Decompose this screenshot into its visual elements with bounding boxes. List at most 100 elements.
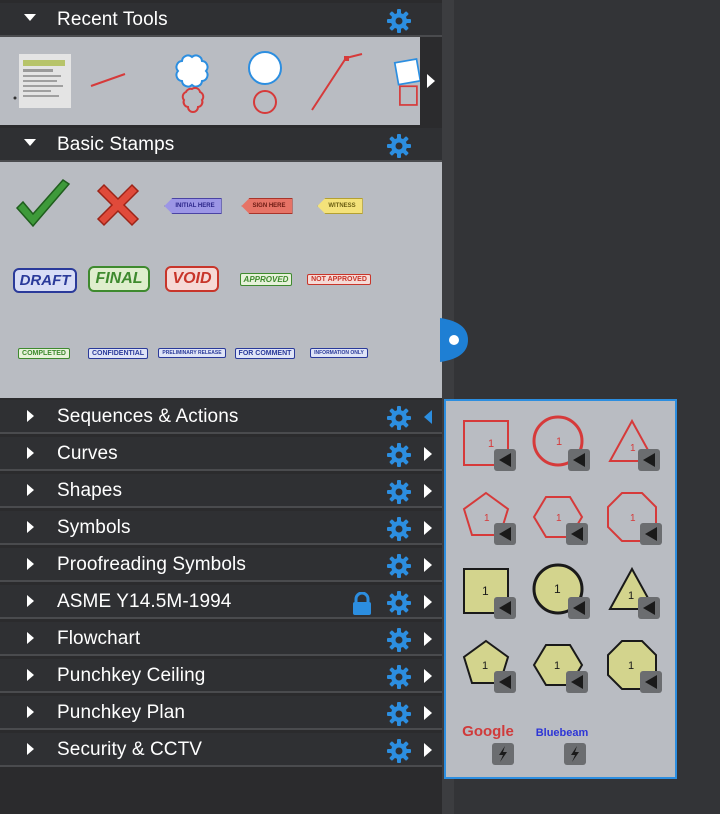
flyout-arrow-icon[interactable]: [424, 447, 432, 461]
section-header-flowchart[interactable]: Flowchart: [0, 622, 442, 656]
filled-circle-count-tool[interactable]: 1: [530, 561, 590, 621]
completed-stamp[interactable]: COMPLETED: [12, 342, 76, 364]
section-label: Sequences & Actions: [57, 406, 239, 427]
pentagon-count-tool[interactable]: 1: [460, 489, 516, 545]
x-stamp[interactable]: [90, 176, 146, 234]
expand-arrow-icon[interactable]: [27, 632, 34, 644]
for-comment-stamp[interactable]: FOR COMMENT: [232, 342, 298, 364]
section-header-punchkey-plan[interactable]: Punchkey Plan: [0, 696, 442, 730]
collapse-arrow-icon[interactable]: [24, 139, 36, 146]
gear-icon[interactable]: [386, 516, 412, 542]
gear-icon[interactable]: [386, 479, 412, 505]
circle-count-tool[interactable]: 1: [530, 413, 590, 473]
lightning-icon: [492, 743, 514, 765]
octagon-count-tool[interactable]: 1: [606, 489, 662, 545]
item-number: 1: [488, 438, 494, 450]
expand-arrow-icon[interactable]: [27, 743, 34, 755]
witness-stamp[interactable]: WITNESS: [310, 196, 370, 216]
gear-icon[interactable]: [386, 553, 412, 579]
approved-stamp[interactable]: APPROVED: [234, 268, 298, 290]
filled-hexagon-count-tool[interactable]: 1: [532, 637, 588, 693]
section-header-symbols[interactable]: Symbols: [0, 511, 442, 545]
section-header-basic-stamps[interactable]: Basic Stamps: [0, 128, 442, 162]
flyout-arrow-icon[interactable]: [424, 669, 432, 683]
gear-icon[interactable]: [386, 133, 412, 159]
void-stamp[interactable]: VOID: [160, 264, 224, 294]
sequences-flyout: 1 1 1 1 1 1 1 1 1 1 1 1 Google Bluebeam: [444, 399, 677, 779]
flyout-arrow-icon[interactable]: [424, 484, 432, 498]
flyout-collapse-arrow-icon[interactable]: [424, 410, 432, 424]
section-label: Shapes: [57, 480, 123, 501]
section-label: Punchkey Plan: [57, 702, 186, 723]
item-number: 1: [556, 436, 562, 448]
draft-stamp[interactable]: DRAFT: [12, 266, 78, 294]
badge-arrow-icon: [494, 597, 516, 619]
section-header-curves[interactable]: Curves: [0, 437, 442, 471]
gear-icon[interactable]: [386, 627, 412, 653]
section-header-security-cctv[interactable]: Security & CCTV: [0, 733, 442, 767]
gear-icon[interactable]: [386, 8, 412, 34]
checkmark-stamp[interactable]: [12, 176, 74, 234]
gear-icon[interactable]: [386, 590, 412, 616]
section-header-asme[interactable]: ASME Y14.5M-1994: [0, 585, 442, 619]
gear-icon[interactable]: [386, 738, 412, 764]
expand-arrow-icon[interactable]: [27, 706, 34, 718]
flyout-arrow-icon[interactable]: [424, 706, 432, 720]
circle-sequence-tool[interactable]: [240, 45, 290, 121]
final-stamp[interactable]: FINAL: [88, 264, 150, 294]
confidential-stamp[interactable]: CONFIDENTIAL: [86, 342, 150, 364]
expand-arrow-icon[interactable]: [27, 669, 34, 681]
bluebeam-text-tool[interactable]: Bluebeam: [528, 717, 596, 767]
gear-icon[interactable]: [386, 405, 412, 431]
filled-square-count-tool[interactable]: 1: [460, 563, 516, 619]
badge-arrow-icon: [566, 671, 588, 693]
section-label: ASME Y14.5M-1994: [57, 591, 232, 612]
filled-triangle-count-tool[interactable]: 1: [606, 563, 662, 619]
section-header-proofreading-symbols[interactable]: Proofreading Symbols: [0, 548, 442, 582]
badge-arrow-icon: [568, 597, 590, 619]
polyline-tool[interactable]: [306, 47, 366, 113]
recent-tools-scroll[interactable]: [420, 37, 442, 125]
sign-here-stamp[interactable]: SIGN HERE: [236, 196, 298, 216]
square-count-tool[interactable]: 1: [460, 415, 516, 471]
panel-collapse-handle[interactable]: [440, 318, 468, 362]
section-label: Curves: [57, 443, 118, 464]
filled-octagon-count-tool[interactable]: 1: [606, 637, 662, 693]
section-header-sequences-actions[interactable]: Sequences & Actions: [0, 400, 442, 434]
square-sequence-tool[interactable]: [388, 49, 422, 115]
expand-arrow-icon[interactable]: [27, 447, 34, 459]
tool-chest-panel: Recent Tools Basic Stamps INITIAL HERE S…: [0, 0, 442, 814]
collapse-arrow-icon[interactable]: [24, 14, 36, 21]
gear-icon[interactable]: [386, 442, 412, 468]
cloud-sequence-tool[interactable]: [164, 45, 220, 121]
not-approved-stamp[interactable]: NOT APPROVED: [306, 268, 372, 290]
flyout-arrow-icon[interactable]: [424, 743, 432, 757]
triangle-count-tool[interactable]: 1: [606, 415, 662, 471]
document-thumbnail-tool[interactable]: [12, 49, 74, 113]
scroll-right-arrow-icon[interactable]: [427, 74, 435, 88]
filled-pentagon-count-tool[interactable]: 1: [460, 637, 516, 693]
gear-icon[interactable]: [386, 664, 412, 690]
expand-arrow-icon[interactable]: [27, 484, 34, 496]
hexagon-count-tool[interactable]: 1: [532, 489, 588, 545]
google-text-tool[interactable]: Google: [456, 717, 520, 767]
information-only-stamp[interactable]: INFORMATION ONLY: [304, 342, 374, 364]
flyout-arrow-icon[interactable]: [424, 558, 432, 572]
line-tool[interactable]: [84, 65, 130, 95]
badge-arrow-icon: [494, 449, 516, 471]
flyout-arrow-icon[interactable]: [424, 632, 432, 646]
expand-arrow-icon[interactable]: [27, 558, 34, 570]
preliminary-release-stamp[interactable]: PRELIMINARY RELEASE: [158, 342, 226, 364]
section-header-shapes[interactable]: Shapes: [0, 474, 442, 508]
section-header-recent-tools[interactable]: Recent Tools: [0, 3, 442, 37]
expand-arrow-icon[interactable]: [27, 595, 34, 607]
initial-here-stamp[interactable]: INITIAL HERE: [162, 196, 224, 216]
item-number: 1: [482, 584, 489, 598]
flyout-arrow-icon[interactable]: [424, 521, 432, 535]
badge-arrow-icon: [566, 523, 588, 545]
gear-icon[interactable]: [386, 701, 412, 727]
section-header-punchkey-ceiling[interactable]: Punchkey Ceiling: [0, 659, 442, 693]
expand-arrow-icon[interactable]: [27, 410, 34, 422]
expand-arrow-icon[interactable]: [27, 521, 34, 533]
flyout-arrow-icon[interactable]: [424, 595, 432, 609]
